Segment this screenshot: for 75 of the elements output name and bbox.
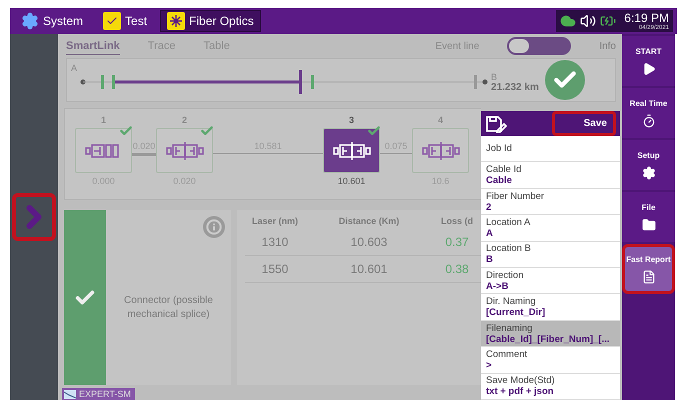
app-tab[interactable]: System xyxy=(14,10,90,32)
sidebar-button[interactable]: Setup xyxy=(622,140,675,190)
sidebar-button[interactable]: File xyxy=(622,192,675,242)
field-label: Location A xyxy=(486,216,532,228)
event-number: 1 xyxy=(100,115,106,125)
sun-icon xyxy=(167,12,186,30)
column-header: Laser (nm) xyxy=(250,216,299,226)
field-value: Cable xyxy=(486,175,513,186)
column-header: Distance (Km) xyxy=(338,216,400,226)
table-cell-text: 0.37 xyxy=(444,235,470,249)
sidebar-button[interactable]: Real Time xyxy=(622,88,675,138)
field-value: A->B xyxy=(486,280,510,292)
field-value: > xyxy=(486,360,493,371)
save-field[interactable]: Location A A xyxy=(481,215,620,242)
link-start-label: A xyxy=(71,63,78,73)
info-label: Info xyxy=(599,40,616,52)
save-field[interactable]: Location B B xyxy=(481,242,620,268)
link-length: 21.232 km xyxy=(491,82,539,92)
connector-icon xyxy=(166,142,204,160)
clock-time: 6:19 PM xyxy=(624,11,669,25)
field-value: A xyxy=(486,228,494,239)
event-number: 2 xyxy=(182,115,187,125)
field-label: Dir. Naming xyxy=(486,296,537,308)
cloud-icon xyxy=(560,13,576,29)
field-value: txt + pdf + json xyxy=(486,386,555,398)
field-label: Save Mode(Std) xyxy=(486,375,556,386)
event-line-toggle[interactable] xyxy=(507,37,572,55)
link-end-label: B xyxy=(491,72,498,82)
column-header: Loss (d xyxy=(440,216,474,226)
save-field[interactable]: Save Mode(Std) txt + pdf + json xyxy=(481,374,620,400)
connector-icon xyxy=(332,142,370,160)
field-value: 2 xyxy=(486,202,492,213)
save-field[interactable]: Dir. Naming [Current_Dir] xyxy=(481,294,620,321)
speaker-icon xyxy=(580,13,596,29)
field-value: [Cable_Id]_[Fiber_Num]_[... xyxy=(486,334,611,345)
check-icon xyxy=(367,124,381,138)
event-distance: 10.601 xyxy=(338,176,366,186)
check-icon xyxy=(200,124,214,138)
table-cell-text: 10.601 xyxy=(350,262,388,276)
table-cell-text: 1310 xyxy=(260,235,290,249)
field-value: [Current_Dir] xyxy=(486,307,546,318)
save-field[interactable]: Direction A->B xyxy=(481,268,620,294)
field-label: Fiber Number xyxy=(486,190,546,202)
save-field[interactable]: Comment > xyxy=(481,347,620,374)
document-icon xyxy=(642,270,656,284)
save-icon xyxy=(485,114,507,132)
app-tab[interactable]: Fiber Optics xyxy=(160,10,261,32)
table-cell-text: 1550 xyxy=(260,262,290,276)
table-cell-text: 10.603 xyxy=(350,235,388,249)
field-label: Direction xyxy=(486,270,524,281)
field-label: Location B xyxy=(486,243,532,254)
event-description: Connector (possible mechanical splice) xyxy=(123,294,214,321)
sidebar-button[interactable]: START xyxy=(622,36,675,86)
field-label: Filenaming xyxy=(486,322,534,334)
app-tab[interactable]: Test xyxy=(96,10,154,32)
save-field[interactable]: Filenaming [Cable_Id]_[Fiber_Num]_[... xyxy=(481,320,620,348)
field-label: Cable Id xyxy=(486,164,522,176)
folder-icon xyxy=(642,218,656,232)
mode-label: EXPERT-SM xyxy=(79,389,131,399)
field-label: Job Id xyxy=(486,143,513,154)
field-label: Comment xyxy=(486,348,528,360)
trace-icon xyxy=(64,390,76,398)
timer-icon xyxy=(642,114,656,128)
event-number: 4 xyxy=(438,115,443,125)
event-card[interactable] xyxy=(323,128,380,173)
info-icon[interactable] xyxy=(203,216,225,238)
connector-icon xyxy=(422,142,460,160)
field-value: B xyxy=(486,254,494,266)
save-field[interactable]: Cable Id Cable xyxy=(481,162,620,189)
sidebar-button[interactable]: Fast Report xyxy=(622,244,675,294)
save-button[interactable]: Save xyxy=(552,111,616,136)
play-icon xyxy=(642,62,656,76)
table-cell-text: 0.38 xyxy=(444,262,470,276)
event-number: 3 xyxy=(348,115,354,125)
check-icon xyxy=(119,124,133,138)
